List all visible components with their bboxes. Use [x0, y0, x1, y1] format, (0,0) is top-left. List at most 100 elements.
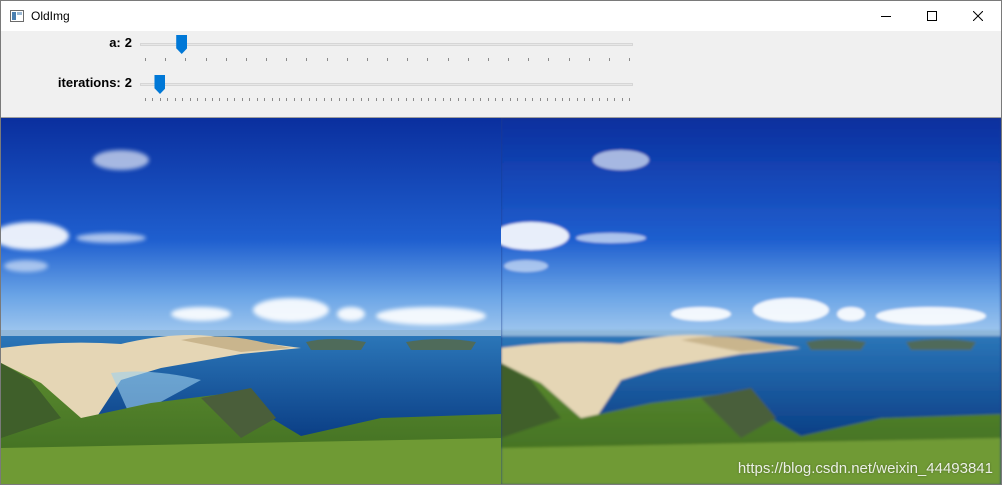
- slider-tick: [561, 98, 563, 101]
- slider-tick: [301, 98, 303, 101]
- slider-tick: [353, 98, 355, 101]
- slider-tick: [264, 98, 266, 101]
- slider-tick: [420, 98, 422, 101]
- slider-tick: [245, 58, 247, 61]
- slider-value: 2: [124, 75, 132, 90]
- slider-tick: [629, 98, 630, 101]
- slider-tick: [293, 98, 295, 101]
- slider-tick: [219, 98, 221, 101]
- slider-tick: [159, 98, 161, 101]
- slider-tick: [548, 58, 550, 61]
- close-button[interactable]: [955, 1, 1001, 31]
- slider-tick: [532, 98, 534, 101]
- slider-label-a: a: 2: [109, 35, 132, 50]
- slider-track-a[interactable]: [140, 43, 633, 46]
- slider-tick: [568, 58, 570, 61]
- slider-tick: [405, 98, 407, 101]
- app-icon: [10, 10, 24, 22]
- slider-tick: [614, 98, 616, 101]
- maximize-icon: [927, 11, 937, 21]
- trackbar-panel: a: 2 iterations: 2: [1, 31, 1001, 117]
- slider-tick: [487, 58, 489, 61]
- slider-tick: [599, 98, 601, 101]
- slider-tick: [450, 98, 452, 101]
- maximize-button[interactable]: [909, 1, 955, 31]
- slider-tick: [182, 98, 184, 101]
- slider-tick: [167, 98, 169, 101]
- slider-tick: [494, 98, 496, 101]
- slider-tick: [528, 58, 530, 61]
- slider-tick: [524, 98, 526, 101]
- slider-tick: [326, 58, 328, 61]
- slider-tick: [241, 98, 243, 101]
- slider-tick: [487, 98, 489, 101]
- slider-tick: [256, 98, 258, 101]
- slider-tick: [472, 98, 474, 101]
- slider-tick: [547, 98, 549, 101]
- processed-photo: [501, 118, 1001, 484]
- slider-tick: [189, 98, 191, 101]
- landscape-photo: [1, 118, 501, 484]
- slider-tick: [205, 58, 207, 61]
- slider-tick: [152, 98, 154, 101]
- slider-tick: [517, 98, 519, 101]
- slider-tick: [145, 98, 146, 101]
- slider-tick: [442, 98, 444, 101]
- slider-tick: [375, 98, 377, 101]
- slider-tick: [576, 98, 578, 101]
- window-controls: [863, 1, 1001, 31]
- slider-tick: [308, 98, 310, 101]
- slider-tick: [165, 58, 167, 61]
- slider-tick: [509, 98, 511, 101]
- slider-tick: [226, 98, 228, 101]
- slider-tick: [467, 58, 469, 61]
- slider-ticks-iterations: [145, 98, 630, 102]
- slider-thumb-a[interactable]: [176, 35, 188, 54]
- minimize-button[interactable]: [863, 1, 909, 31]
- landscape-photo: [501, 118, 1001, 484]
- slider-tick: [185, 58, 187, 61]
- slider-tick: [306, 58, 308, 61]
- slider-row-iterations: iterations: 2: [1, 71, 1001, 111]
- slider-tick: [608, 58, 610, 61]
- slider-tick: [271, 98, 273, 101]
- slider-tick: [591, 98, 593, 101]
- slider-tick: [569, 98, 571, 101]
- slider-separator: :: [116, 75, 121, 90]
- slider-tick: [435, 98, 437, 101]
- slider-tick: [584, 98, 586, 101]
- slider-tick: [346, 58, 348, 61]
- slider-thumb-iterations[interactable]: [154, 75, 166, 94]
- slider-tick: [249, 98, 251, 101]
- slider-tick: [427, 58, 429, 61]
- slider-tick: [554, 98, 556, 101]
- title-bar[interactable]: OldImg: [1, 1, 1001, 31]
- slider-tick: [629, 58, 630, 61]
- slider-tick: [480, 98, 482, 101]
- slider-tick: [234, 98, 236, 101]
- slider-tick: [387, 58, 388, 61]
- slider-tick: [145, 58, 146, 61]
- slider-tick: [323, 98, 325, 101]
- slider-tick: [413, 98, 415, 101]
- slider-tick: [427, 98, 429, 101]
- slider-tick: [286, 98, 288, 101]
- watermark-text: https://blog.csdn.net/weixin_44493841: [737, 460, 993, 477]
- slider-tick: [457, 98, 459, 101]
- slider-tick: [366, 58, 368, 61]
- slider-ticks-a: [145, 58, 630, 62]
- slider-tick: [465, 98, 467, 101]
- slider-track-iterations[interactable]: [140, 83, 633, 86]
- slider-tick: [447, 58, 449, 61]
- slider-tick: [508, 58, 509, 61]
- original-photo: [1, 118, 501, 484]
- slider-tick: [606, 98, 608, 101]
- slider-tick: [502, 98, 504, 101]
- slider-tick: [212, 98, 213, 101]
- slider-tick: [338, 98, 340, 101]
- slider-tick: [331, 98, 333, 101]
- slider-tick: [368, 98, 370, 101]
- image-display: https://blog.csdn.net/weixin_44493841: [1, 117, 1001, 484]
- slider-tick: [225, 58, 227, 61]
- slider-tick: [588, 58, 590, 61]
